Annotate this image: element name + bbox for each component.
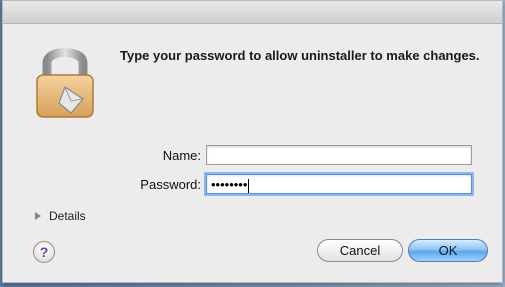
prompt-message: Type your password to allow uninstaller … — [120, 48, 480, 63]
ok-button[interactable]: OK — [408, 239, 488, 262]
name-label: Name: — [162, 148, 201, 163]
authentication-dialog: Type your password to allow uninstaller … — [2, 0, 503, 283]
disclosure-triangle-icon[interactable] — [35, 212, 41, 220]
password-field[interactable]: •••••••• — [206, 174, 472, 194]
password-label: Password: — [140, 177, 201, 192]
details-disclosure[interactable]: Details — [35, 209, 86, 223]
lock-icon — [36, 48, 94, 118]
dialog-titlebar — [3, 1, 502, 24]
text-cursor — [248, 178, 250, 193]
cancel-button[interactable]: Cancel — [317, 239, 403, 262]
name-field[interactable] — [206, 145, 472, 165]
password-dots: •••••••• — [211, 177, 248, 192]
help-button[interactable]: ? — [33, 241, 55, 263]
details-label: Details — [49, 209, 86, 223]
